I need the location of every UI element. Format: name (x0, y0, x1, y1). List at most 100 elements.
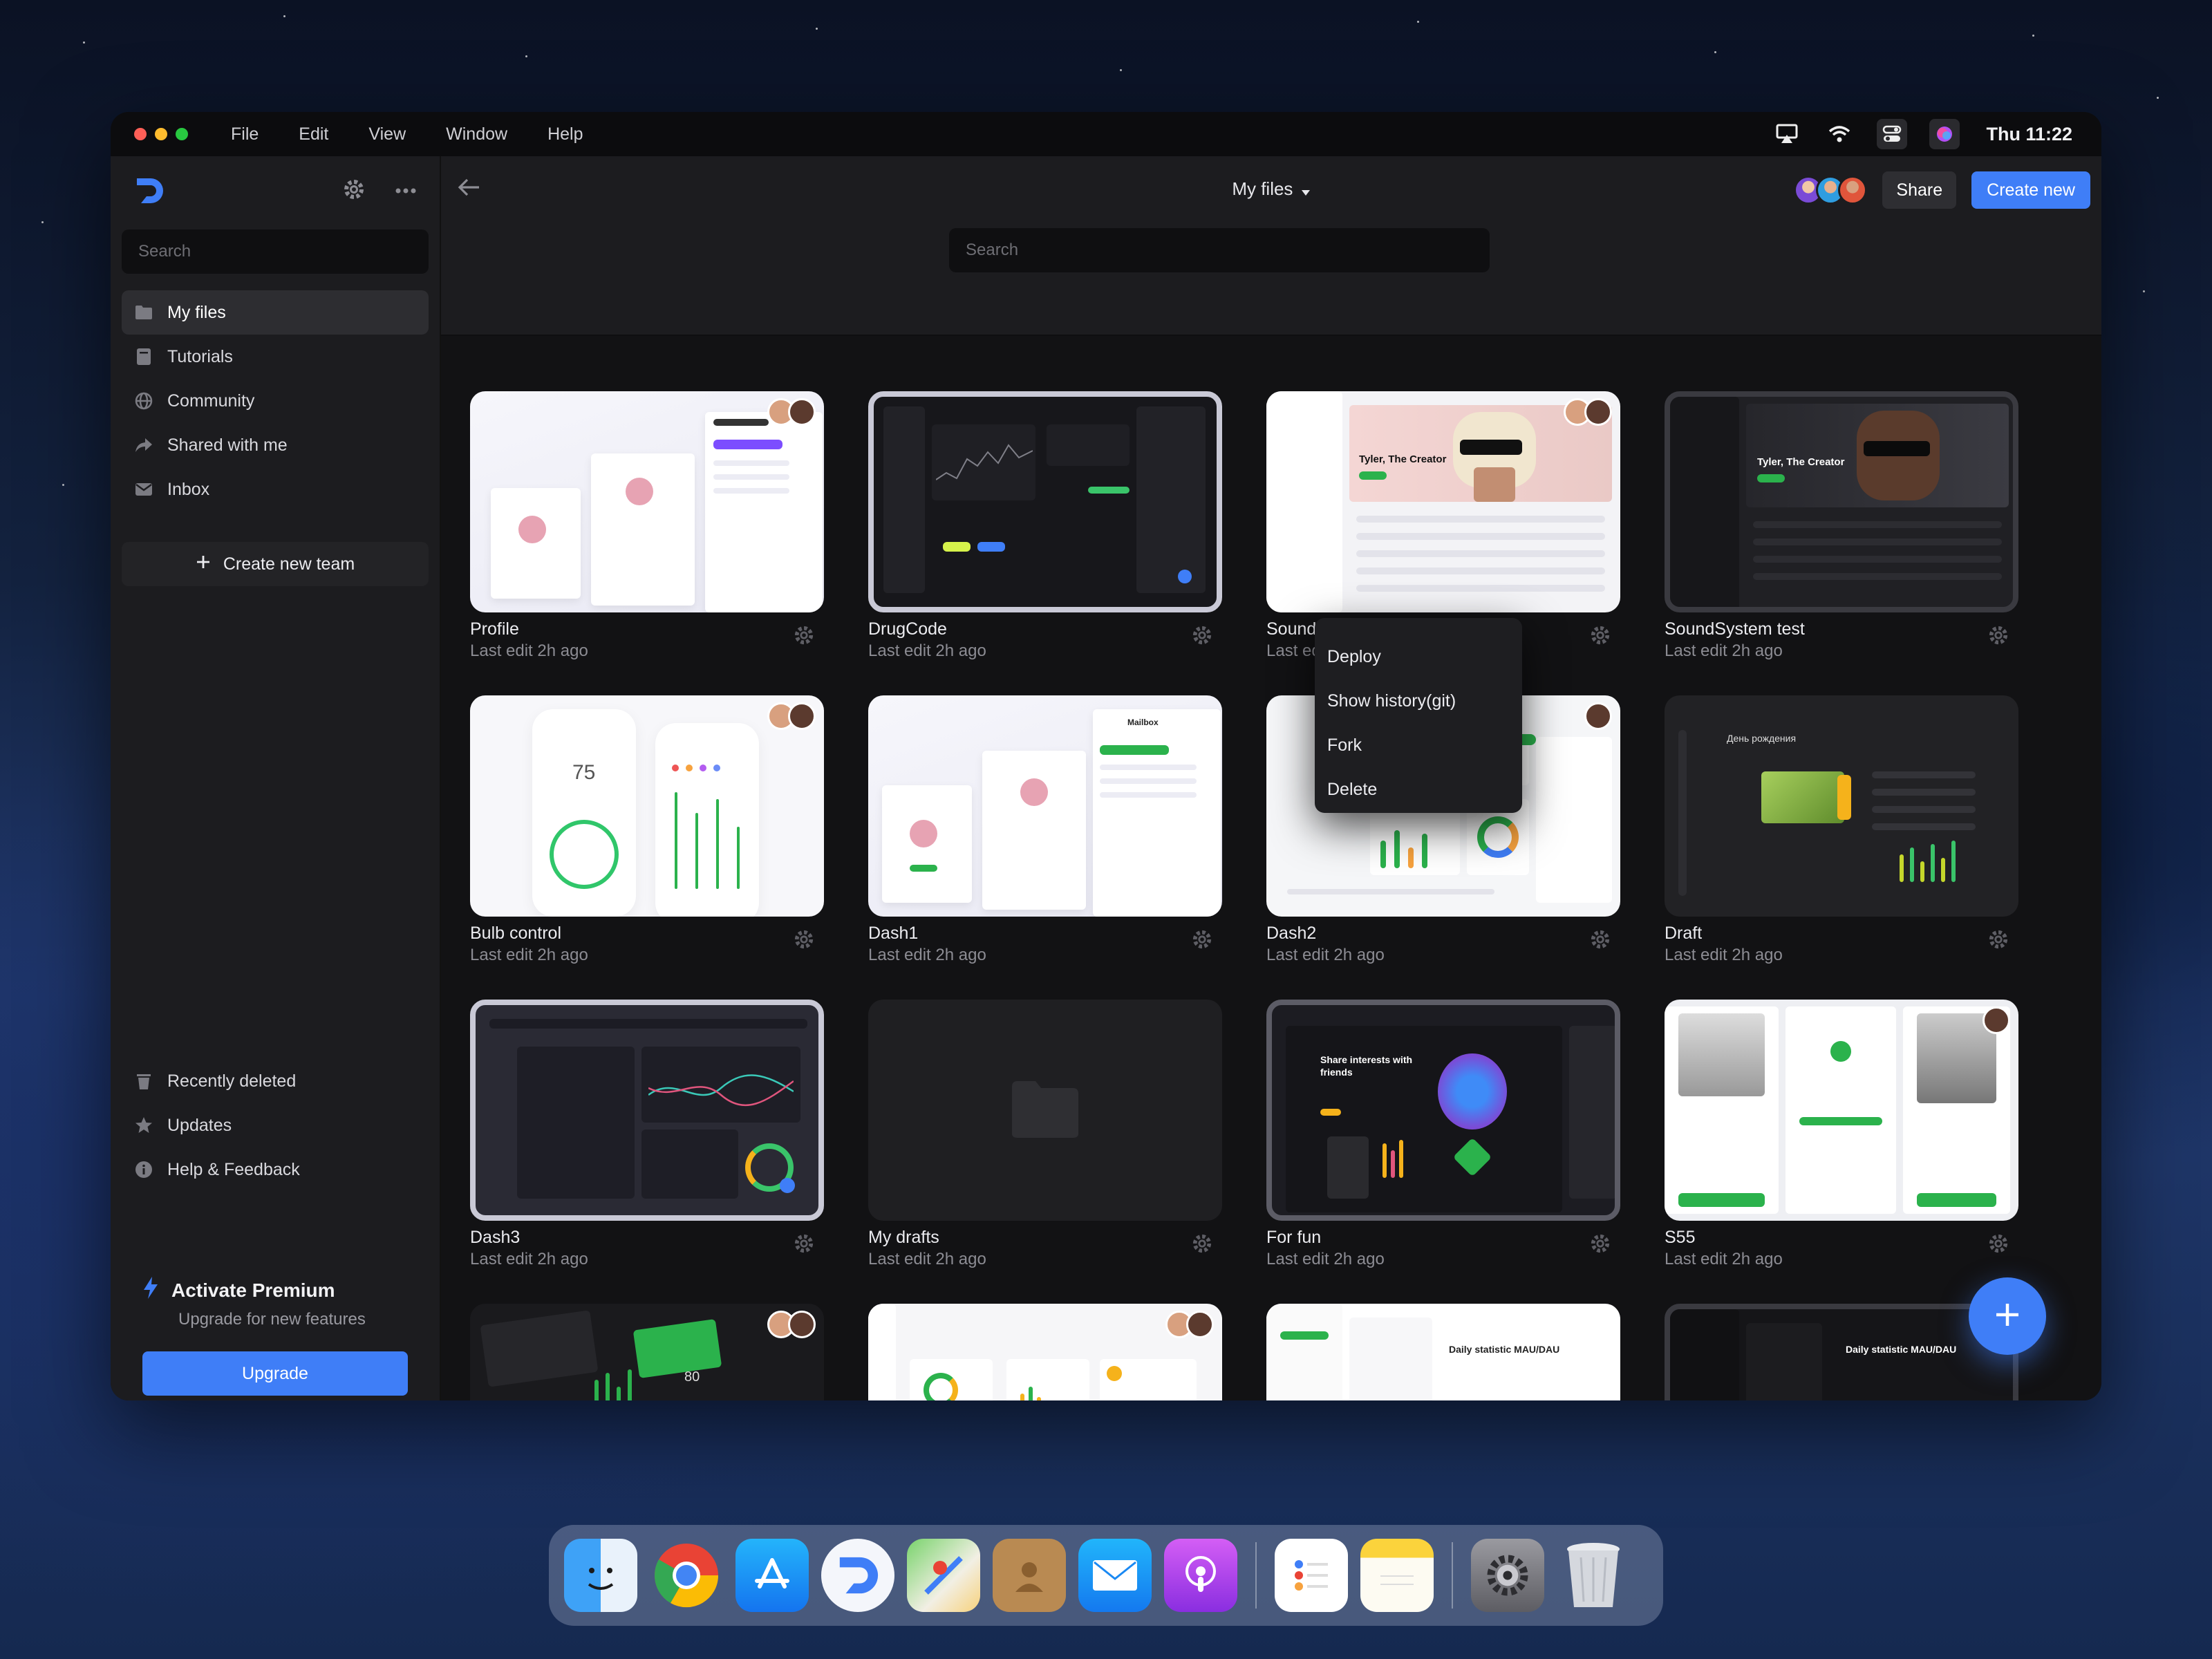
file-settings-gear-icon[interactable] (1988, 625, 2009, 649)
sidebar-search-input[interactable]: Search (122, 229, 429, 274)
sidebar-item-label: My files (167, 302, 226, 322)
trash-icon[interactable] (1557, 1539, 1630, 1612)
siri-icon[interactable] (1929, 119, 1960, 149)
file-thumbnail[interactable] (470, 391, 824, 612)
main-search-input[interactable]: Search (949, 228, 1490, 272)
file-thumbnail[interactable] (868, 391, 1222, 612)
file-thumbnail[interactable]: 80 (470, 1304, 824, 1400)
trash-icon (134, 1071, 153, 1091)
menu-item-fork[interactable]: Fork (1315, 723, 1522, 767)
sidebar-item-updates[interactable]: Updates (122, 1103, 429, 1147)
file-settings-gear-icon[interactable] (1192, 625, 1212, 649)
file-card-profile[interactable]: Profile Last edit 2h ago (470, 391, 824, 660)
settings-icon[interactable] (1471, 1539, 1544, 1612)
maps-icon[interactable] (907, 1539, 980, 1612)
file-card-dash1[interactable]: Mailbox Dash1 Last edit 2h ago (868, 695, 1222, 964)
reminders-icon[interactable] (1275, 1539, 1348, 1612)
file-settings-gear-icon[interactable] (794, 625, 814, 649)
file-last-edit: Last edit 2h ago (1665, 946, 1783, 964)
control-center-icon[interactable] (1877, 119, 1908, 149)
sidebar-item-tutorials[interactable]: Tutorials (122, 335, 429, 379)
context-menu: Deploy Show history(git) Fork Delete (1315, 618, 1522, 813)
file-card-partial[interactable] (868, 1304, 1222, 1400)
file-thumbnail[interactable] (470, 1000, 824, 1221)
mail-icon[interactable] (1078, 1539, 1152, 1612)
menu-help[interactable]: Help (547, 124, 583, 144)
chrome-icon[interactable] (650, 1539, 723, 1612)
file-thumbnail[interactable]: День рождения (1665, 695, 2018, 917)
file-thumbnail[interactable] (868, 1304, 1222, 1400)
file-thumbnail[interactable] (868, 1000, 1222, 1221)
sidebar-item-label: Help & Feedback (167, 1159, 300, 1179)
file-card-for-fun[interactable]: Share interests with friends For fun Las… (1266, 1000, 1620, 1268)
file-name: Draft (1665, 924, 1703, 943)
airplay-icon[interactable] (1772, 119, 1802, 149)
search-placeholder: Search (138, 242, 191, 261)
podcasts-icon[interactable] (1164, 1539, 1237, 1612)
file-card-bulb-control[interactable]: 75 Bulb control Last edit 2h ago (470, 695, 824, 964)
file-settings-gear-icon[interactable] (1988, 1233, 2009, 1257)
share-button[interactable]: Share (1882, 171, 1957, 209)
wifi-icon[interactable] (1824, 119, 1855, 149)
finder-icon[interactable] (564, 1539, 637, 1612)
close-window-button[interactable] (134, 128, 147, 140)
file-settings-gear-icon[interactable] (1192, 1233, 1212, 1257)
file-card-dash3[interactable]: Dash3 Last edit 2h ago (470, 1000, 824, 1268)
file-thumbnail[interactable]: Share interests with friends (1266, 1000, 1620, 1221)
upgrade-button[interactable]: Upgrade (142, 1351, 408, 1396)
notes-icon[interactable] (1360, 1539, 1434, 1612)
sidebar-item-shared-with-me[interactable]: Shared with me (122, 423, 429, 467)
file-thumbnail[interactable]: 75 (470, 695, 824, 917)
file-thumbnail[interactable]: Mailbox (868, 695, 1222, 917)
file-card-drugcode[interactable]: DrugCode Last edit 2h ago (868, 391, 1222, 660)
clock[interactable]: Thu 11:22 (1986, 124, 2072, 145)
file-settings-gear-icon[interactable] (1590, 1233, 1611, 1257)
file-settings-gear-icon[interactable] (1192, 929, 1212, 953)
sidebar-item-recently-deleted[interactable]: Recently deleted (122, 1059, 429, 1103)
file-card-partial[interactable]: Daily statistic MAU/DAU (1266, 1304, 1620, 1400)
file-card-draft[interactable]: День рождения Draft Last edit 2h ago (1665, 695, 2018, 964)
file-settings-gear-icon[interactable] (794, 929, 814, 953)
create-new-team-button[interactable]: Create new team (122, 542, 429, 586)
file-settings-gear-icon[interactable] (794, 1233, 814, 1257)
file-last-edit: Last edit 2h ago (470, 641, 588, 660)
minimize-window-button[interactable] (155, 128, 167, 140)
add-fab-button[interactable] (1969, 1277, 2046, 1355)
more-options-icon[interactable] (395, 185, 416, 197)
file-settings-gear-icon[interactable] (1590, 625, 1611, 649)
app-store-icon[interactable] (735, 1539, 809, 1612)
menu-view[interactable]: View (368, 124, 406, 144)
sidebar-item-community[interactable]: Community (122, 379, 429, 423)
sidebar-item-inbox[interactable]: Inbox (122, 467, 429, 512)
file-thumbnail[interactable] (1665, 1000, 2018, 1221)
collaborator-avatars[interactable] (1794, 176, 1868, 205)
file-card-my-drafts[interactable]: My drafts Last edit 2h ago (868, 1000, 1222, 1268)
menu-window[interactable]: Window (446, 124, 507, 144)
app-logo-icon[interactable] (134, 176, 165, 206)
menu-item-deploy[interactable]: Deploy (1315, 635, 1522, 679)
menu-edit[interactable]: Edit (299, 124, 328, 144)
menu-item-show-history[interactable]: Show history(git) (1315, 679, 1522, 723)
file-thumbnail[interactable]: Tyler, The Creator (1665, 391, 2018, 612)
file-settings-gear-icon[interactable] (1590, 929, 1611, 953)
settings-gear-icon[interactable] (343, 178, 365, 204)
menu-item-delete[interactable]: Delete (1315, 767, 1522, 812)
contacts-icon[interactable] (993, 1539, 1066, 1612)
app-icon[interactable] (821, 1539, 894, 1612)
file-thumbnail[interactable]: Daily statistic MAU/DAU (1665, 1304, 2018, 1400)
zoom-window-button[interactable] (176, 128, 188, 140)
sidebar-item-label: Inbox (167, 479, 210, 499)
file-thumbnail[interactable]: Daily statistic MAU/DAU (1266, 1304, 1620, 1400)
file-card-soundsystem[interactable]: Tyler, The Creator SoundSystem Last edit… (1266, 391, 1620, 660)
sidebar-item-my-files[interactable]: My files (122, 290, 429, 335)
file-card-soundsystem-test[interactable]: Tyler, The Creator SoundSystem test Last… (1665, 391, 2018, 660)
file-card-partial[interactable]: Daily statistic MAU/DAU (1665, 1304, 2018, 1400)
sidebar-item-help-feedback[interactable]: Help & Feedback (122, 1147, 429, 1192)
file-card-s55[interactable]: S55 Last edit 2h ago (1665, 1000, 2018, 1268)
file-card-partial[interactable]: 80 (470, 1304, 824, 1400)
globe-icon (134, 391, 153, 411)
create-new-button[interactable]: Create new (1971, 171, 2090, 209)
file-thumbnail[interactable]: Tyler, The Creator (1266, 391, 1620, 612)
menu-file[interactable]: File (231, 124, 259, 144)
file-settings-gear-icon[interactable] (1988, 929, 2009, 953)
